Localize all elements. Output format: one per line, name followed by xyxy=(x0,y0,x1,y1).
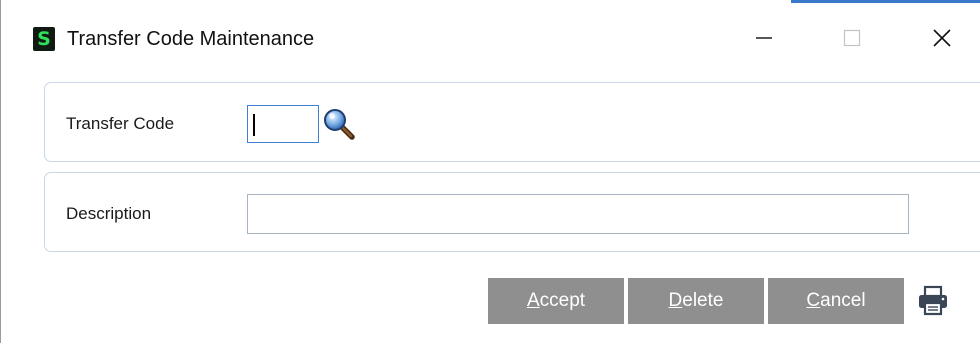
delete-mnemonic: D xyxy=(668,290,683,311)
accept-button[interactable]: Accept xyxy=(488,278,624,324)
top-accent-bar xyxy=(791,0,980,3)
transfer-code-maintenance-window: S Transfer Code Maintenance Transfer Cod… xyxy=(0,0,980,343)
accept-label-rest: ccept xyxy=(539,290,586,311)
delete-button[interactable]: Delete xyxy=(628,278,764,324)
window-title: Transfer Code Maintenance xyxy=(67,28,315,50)
cancel-mnemonic: C xyxy=(806,290,821,311)
description-input[interactable] xyxy=(247,194,909,234)
minimize-icon xyxy=(756,37,772,39)
maximize-icon xyxy=(843,29,861,47)
transfer-code-label: Transfer Code xyxy=(66,114,175,133)
text-caret xyxy=(253,114,255,136)
printer-icon xyxy=(919,285,947,316)
transfer-code-panel xyxy=(44,82,980,162)
delete-label-rest: elete xyxy=(682,290,724,311)
cancel-button[interactable]: Cancel xyxy=(768,278,904,324)
magnifier-icon xyxy=(324,109,355,140)
close-icon xyxy=(933,29,951,47)
lookup-button[interactable] xyxy=(321,106,357,142)
accept-mnemonic: A xyxy=(526,290,540,311)
sage-s-icon[interactable]: S xyxy=(33,27,55,51)
top-strip xyxy=(1,0,980,3)
transfer-code-input[interactable] xyxy=(247,105,319,143)
minimize-button[interactable] xyxy=(741,20,787,56)
maximize-button[interactable] xyxy=(829,20,875,56)
description-label: Description xyxy=(66,204,152,223)
title-bar[interactable]: S Transfer Code Maintenance xyxy=(1,12,980,64)
close-button[interactable] xyxy=(919,20,965,56)
cancel-label-rest: ancel xyxy=(820,290,866,311)
print-button[interactable] xyxy=(915,283,951,319)
